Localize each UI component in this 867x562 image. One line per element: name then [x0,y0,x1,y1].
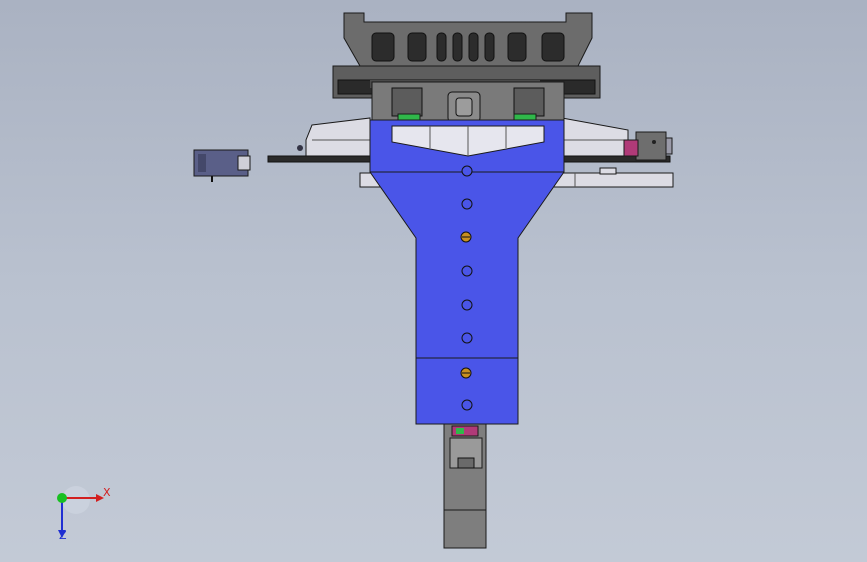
x-axis-label: X [103,486,111,499]
top-frame[interactable] [343,12,593,67]
linear-guide-right[interactable] [561,117,629,163]
y-axis-icon [57,493,67,503]
cad-viewport[interactable]: X Z [0,0,867,562]
linear-guide-left[interactable] [297,117,371,163]
z-axis-label: Z [59,529,67,542]
end-bracket[interactable] [623,131,673,161]
carriage-block[interactable] [371,81,565,125]
orientation-triad[interactable]: X Z [42,478,122,548]
cylinder-rod[interactable] [443,423,487,549]
cad-model-view[interactable] [0,0,867,562]
proximity-sensor[interactable] [193,149,251,182]
